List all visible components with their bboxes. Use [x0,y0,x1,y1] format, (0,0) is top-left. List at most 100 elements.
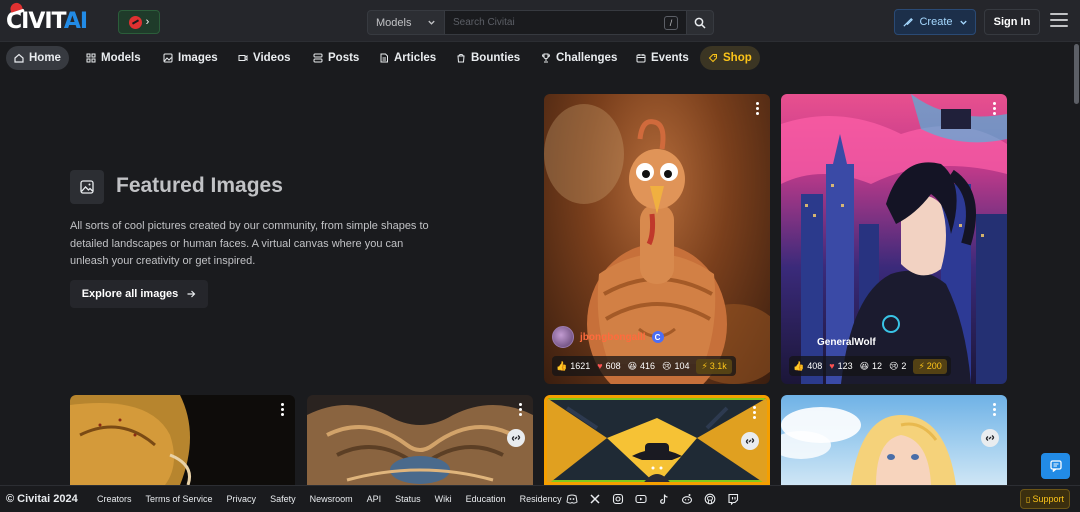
laugh-count: 416 [640,361,656,371]
heart-reaction[interactable]: ♥ 123 [829,361,852,371]
image-icon [163,53,173,63]
tiktok-icon[interactable] [658,493,670,505]
github-icon[interactable] [704,493,716,505]
posts-icon [313,53,323,63]
nav-item-images[interactable]: Images [155,46,226,70]
footer-links: Creators Terms of Service Privacy Safety… [97,494,562,504]
video-icon [238,55,248,61]
bounty-icon [457,54,465,63]
thumbs-up-icon: 👍 [793,360,805,371]
explore-all-images-button[interactable]: Explore all images [70,280,208,308]
card-menu-icon[interactable] [993,102,997,117]
card-user[interactable]: GeneralWolf [817,337,876,348]
top-header: CIVITAI › Models / Create Sign In [0,0,1080,42]
twitch-icon[interactable] [727,493,739,505]
image-card[interactable] [544,395,770,485]
image-card[interactable]: jbongbongalll C 👍 1621 ♥ 608 😆 416 😢 104 ⚡ 3.… [544,94,770,384]
username: jbongbongalll [580,331,646,343]
reddit-icon[interactable] [681,493,693,505]
image-card[interactable] [70,395,295,485]
card-menu-icon[interactable] [519,403,523,418]
card-menu-icon[interactable] [753,406,757,421]
footer-link-api[interactable]: API [367,494,382,504]
nav-item-models[interactable]: Models [78,46,149,70]
footer-link-privacy[interactable]: Privacy [227,494,257,504]
chat-icon [1049,460,1062,472]
footer-link-terms[interactable]: Terms of Service [146,494,213,504]
footer-link-status[interactable]: Status [395,494,421,504]
buzz-count: 3.1k [709,361,727,371]
nav-item-articles[interactable]: Articles [371,46,444,70]
buzz-tip[interactable]: ⚡ 200 [913,358,947,374]
chat-button[interactable] [1041,453,1070,479]
link-icon[interactable] [741,432,759,450]
card-menu-icon[interactable] [993,403,997,418]
search-input-wrap: / [445,10,686,35]
cry-count: 104 [674,361,690,371]
x-icon[interactable] [589,493,601,505]
nav-item-videos[interactable]: Videos [230,46,299,70]
instagram-icon[interactable] [612,493,624,505]
heart-reaction[interactable]: ♥ 608 [597,361,620,371]
laugh-count: 12 [872,361,883,371]
search-type-select[interactable]: Models [367,10,445,35]
footer-link-newsroom[interactable]: Newsroom [310,494,353,504]
trophy-icon [541,53,551,63]
nav-item-home[interactable]: Home [6,46,69,70]
discord-icon[interactable] [566,493,578,505]
search-bar: Models / [367,10,714,35]
support-button[interactable]: ▯ Support [1020,489,1070,509]
buzz-tip[interactable]: ⚡ 3.1k [696,358,732,374]
sign-in-button[interactable]: Sign In [984,9,1040,35]
link-icon[interactable] [507,429,525,447]
nav-label: Models [101,52,141,64]
santa-hat-icon [8,1,24,14]
calendar-icon [636,54,646,63]
create-button[interactable]: Create [894,9,976,35]
nav-item-posts[interactable]: Posts [305,46,367,70]
hamburger-menu-icon[interactable] [1050,13,1068,29]
image-card[interactable]: GeneralWolf 👍 408 ♥ 123 😆 12 😢 2 ⚡ 200 [781,94,1007,384]
nav-item-challenges[interactable]: Challenges [533,46,625,70]
social-links [566,493,739,505]
nav-item-bounties[interactable]: Bounties [448,46,528,70]
nav-label: Videos [253,52,291,64]
buzz-count: 200 [926,361,942,371]
brush-icon [903,17,914,27]
footer-link-education[interactable]: Education [466,494,506,504]
image-card[interactable] [307,395,533,485]
nav-label: Posts [328,52,360,64]
laugh-reaction[interactable]: 😆 416 [628,361,655,372]
card-menu-icon[interactable] [281,403,285,418]
search-input[interactable] [453,17,653,28]
reaction-bar: 👍 408 ♥ 123 😆 12 😢 2 ⚡ 200 [789,356,951,376]
civitai-logo[interactable]: CIVITAI [6,1,88,34]
card-menu-icon[interactable] [756,102,760,117]
card-user[interactable]: jbongbongalll C [552,326,664,348]
card-artwork [547,398,767,482]
card-artwork [70,395,191,485]
nav-item-events[interactable]: Events [628,46,697,70]
footer-link-residency[interactable]: Residency [520,494,562,504]
like-count: 1621 [570,361,591,371]
featured-title: Featured Images [116,174,283,197]
cry-reaction[interactable]: 😢 104 [662,361,689,372]
footer-link-safety[interactable]: Safety [270,494,296,504]
search-button[interactable] [686,10,714,35]
scrollbar-thumb[interactable] [1074,44,1079,104]
link-icon[interactable] [981,429,999,447]
image-card[interactable] [781,395,1007,485]
cry-reaction[interactable]: 😢 2 [889,361,906,372]
footer-link-wiki[interactable]: Wiki [435,494,452,504]
like-reaction[interactable]: 👍 408 [793,361,822,372]
search-icon [694,17,706,29]
laugh-reaction[interactable]: 😆 12 [860,361,882,372]
youtube-icon[interactable] [635,493,647,505]
nav-item-shop[interactable]: Shop [700,46,760,70]
page-scrollbar[interactable] [1073,42,1080,485]
like-reaction[interactable]: 👍 1621 [556,361,590,372]
region-button[interactable]: › [118,10,160,34]
footer-link-creators[interactable]: Creators [97,494,132,504]
explore-label: Explore all images [81,288,179,300]
site-footer: © Civitai 2024 Creators Terms of Service… [0,485,1080,512]
